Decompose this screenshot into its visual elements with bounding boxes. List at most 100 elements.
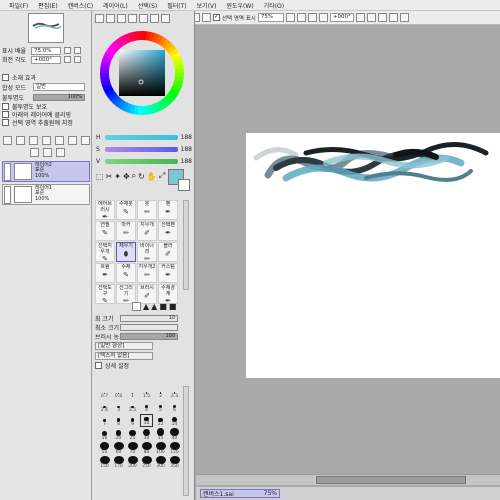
brush-size-item[interactable]: 2.6 xyxy=(98,400,111,413)
nav-rotate-left-button[interactable] xyxy=(64,56,71,63)
mixer-mode-button[interactable] xyxy=(161,14,170,23)
opacity-slider[interactable]: 100% xyxy=(33,93,85,101)
tool-item[interactable]: 선택도구 ✎ xyxy=(95,284,115,304)
menu-item[interactable]: 캔버스(C) xyxy=(63,1,98,10)
blend-mode-select[interactable]: 일반 xyxy=(33,83,85,91)
brush-size-item[interactable]: 20 xyxy=(112,428,125,441)
menu-item[interactable]: 레이어(L) xyxy=(98,1,133,10)
tip-shape-icon[interactable] xyxy=(132,302,141,311)
layer-row[interactable]: 레이어1 표준 100% xyxy=(2,184,90,205)
canvas-paper[interactable] xyxy=(246,133,500,378)
zoom-out-button[interactable] xyxy=(285,13,295,22)
tool-item[interactable]: 흐림 ✒ xyxy=(95,263,115,283)
tool-item[interactable]: 채우기 ⬮ xyxy=(116,242,136,262)
brush-size-scrollbar[interactable] xyxy=(183,386,189,496)
tool-item[interactable]: 브러시 ✐ xyxy=(137,284,157,304)
hue-slider[interactable] xyxy=(104,134,178,140)
brush-size-item[interactable]: 2.3 xyxy=(168,386,181,399)
tool-item[interactable]: 바이너리 ✏ xyxy=(137,242,157,262)
magic-wand-icon[interactable]: ✦ xyxy=(114,172,121,181)
brush-size-item[interactable]: 10 xyxy=(140,414,153,427)
tool-item[interactable]: 지우개2 ✏ xyxy=(137,263,157,283)
secondary-color-swatch[interactable] xyxy=(178,179,190,191)
tool-item[interactable]: 선그리기 ✏ xyxy=(116,284,136,304)
brush-size-item[interactable]: 1 xyxy=(126,386,139,399)
hsv-mode-button[interactable] xyxy=(117,14,126,23)
nav-zoom-plus-button[interactable] xyxy=(74,47,81,54)
selection-tool-icon[interactable]: ⬚ xyxy=(96,172,104,181)
brush-size-item[interactable]: 8 xyxy=(112,414,125,427)
document-tab[interactable]: 캔버스1.sai 75% xyxy=(200,489,280,498)
tip-wide-icon[interactable]: ■ xyxy=(159,302,167,311)
menu-item[interactable]: 파일(F) xyxy=(4,1,33,10)
tip-flat-icon[interactable]: ▲ xyxy=(151,302,157,311)
layer-mask-button[interactable] xyxy=(30,148,39,157)
hand-tool-icon[interactable]: ✋ xyxy=(147,172,157,181)
brush-expand-icon[interactable] xyxy=(95,362,102,369)
trash-icon[interactable] xyxy=(56,148,65,157)
brush-size-item[interactable]: 3 xyxy=(112,400,125,413)
layer-merge-button[interactable] xyxy=(55,136,64,145)
brush-size-item[interactable]: 7 xyxy=(98,414,111,427)
rotate-tool-icon[interactable]: ↻ xyxy=(138,172,145,181)
layer-copy-button[interactable] xyxy=(29,136,38,145)
rotate-left-button[interactable] xyxy=(355,13,365,22)
tool-item[interactable]: 지우개 ✐ xyxy=(137,221,157,241)
brush-size-item[interactable]: 4 xyxy=(140,400,153,413)
layer-delete-button[interactable] xyxy=(81,136,90,145)
lasso-tool-icon[interactable]: ✂ xyxy=(106,172,113,181)
tool-item[interactable]: 에어브러시 ✒ xyxy=(95,200,115,220)
zoom-in-button[interactable] xyxy=(296,13,306,22)
brush-size-item[interactable]: 6 xyxy=(168,400,181,413)
new-layer-button[interactable] xyxy=(3,136,12,145)
effect-expand-icon[interactable] xyxy=(2,74,9,81)
brush-size-item[interactable]: 5 xyxy=(154,400,167,413)
move-tool-icon[interactable]: ✥ xyxy=(123,172,130,181)
brush-size-item[interactable]: 70 xyxy=(126,442,139,455)
nav-zoom-field[interactable]: 75.0% xyxy=(31,46,61,55)
rotate-right-button[interactable] xyxy=(366,13,376,22)
brush-size-item[interactable]: 14 xyxy=(168,414,181,427)
eye-icon[interactable] xyxy=(4,163,11,181)
brush-size-item[interactable]: 12 xyxy=(154,414,167,427)
brush-size-item[interactable]: 40 xyxy=(168,428,181,441)
saturation-slider[interactable] xyxy=(104,146,178,152)
palette-mode-button[interactable] xyxy=(128,14,137,23)
toolbar-extra-button[interactable] xyxy=(399,13,409,22)
brush-size-item[interactable]: 0.8 xyxy=(112,386,125,399)
rotation-field[interactable]: +000° xyxy=(329,13,354,22)
brush-shape-select[interactable]: [일반 형상] xyxy=(95,342,153,350)
brush-size-item[interactable]: 80 xyxy=(140,442,153,455)
clipping-checkbox[interactable] xyxy=(2,110,9,118)
menu-item[interactable]: 필터(T) xyxy=(162,1,191,10)
brush-size-item[interactable]: 150 xyxy=(98,456,111,469)
canvas-hscrollbar[interactable] xyxy=(196,474,500,485)
tool-item[interactable]: 연필 ✎ xyxy=(95,221,115,241)
zoom-fit-button[interactable] xyxy=(318,13,328,22)
layer-lock-button[interactable] xyxy=(43,148,52,157)
tool-item[interactable]: 수채 ✎ xyxy=(116,263,136,283)
brush-size-item[interactable]: 350 xyxy=(168,456,181,469)
eye-icon[interactable] xyxy=(4,186,11,204)
tip-round-icon[interactable]: ▲ xyxy=(143,302,149,311)
tip-square-icon[interactable]: ■ xyxy=(169,302,177,311)
menu-item[interactable]: 보기(V) xyxy=(192,1,222,10)
tool-item[interactable]: 수채경계 ✒ xyxy=(158,284,178,304)
tool-item[interactable]: 선택지우개 ✎ xyxy=(95,242,115,262)
tool-item[interactable]: 수채붓 ✎ xyxy=(116,200,136,220)
zoom-tool-icon[interactable]: ⌕ xyxy=(132,171,136,181)
zoom-field[interactable]: 75% xyxy=(257,13,284,22)
value-slider[interactable] xyxy=(104,158,178,164)
eyedropper-tool-icon[interactable]: ⤢ xyxy=(159,171,165,181)
layer-clear-button[interactable] xyxy=(68,136,77,145)
selection-visible-toggle[interactable]: 선택 영역 표시 xyxy=(213,13,256,22)
brush-size-item[interactable]: 16 xyxy=(98,428,111,441)
new-folder-button[interactable] xyxy=(16,136,25,145)
brush-size-item[interactable]: 200 xyxy=(126,456,139,469)
menu-item[interactable]: 기타(O) xyxy=(259,1,289,10)
rotate-reset-button[interactable] xyxy=(377,13,387,22)
flip-button[interactable] xyxy=(388,13,398,22)
color-wheel[interactable] xyxy=(98,29,186,117)
nav-rotate-right-button[interactable] xyxy=(74,56,81,63)
brush-size-item[interactable]: 250 xyxy=(140,456,153,469)
